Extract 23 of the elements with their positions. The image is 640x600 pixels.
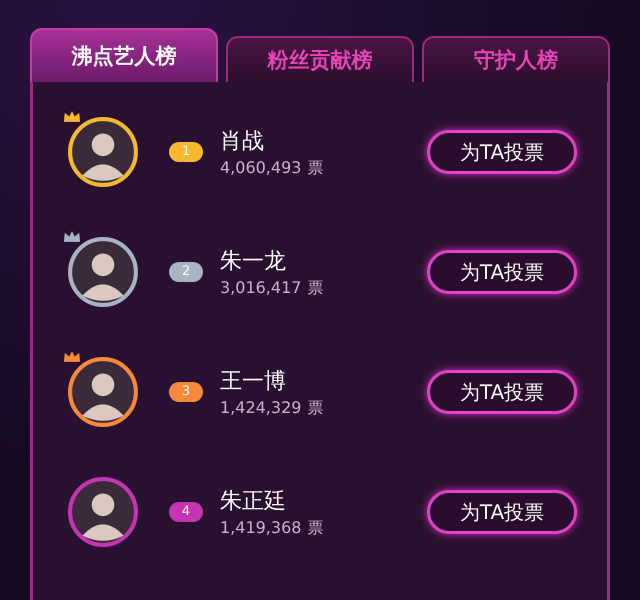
vote-button[interactable]: 为TA投票 — [427, 130, 577, 174]
vote-count: 1,424,329 — [220, 398, 302, 418]
vote-count: 4,060,493 — [220, 158, 302, 178]
vote-count: 3,016,417 — [220, 278, 302, 298]
artist-name: 朱一龙 — [220, 248, 287, 276]
ranking-tab[interactable]: 守护人榜 — [422, 36, 610, 82]
ranking-tab[interactable]: 粉丝贡献榜 — [226, 36, 414, 82]
rank-badge: 1 — [169, 142, 203, 162]
rank-badge: 4 — [169, 502, 203, 522]
artist-name: 肖战 — [220, 128, 265, 156]
vote-unit: 票 — [307, 278, 324, 298]
vote-unit: 票 — [307, 518, 324, 538]
rank-badge: 2 — [169, 262, 203, 282]
vote-button[interactable]: 为TA投票 — [427, 490, 577, 534]
vote-button[interactable]: 为TA投票 — [427, 370, 577, 414]
ranking-tab[interactable]: 沸点艺人榜 — [30, 28, 218, 82]
artist-name: 朱正廷 — [220, 488, 287, 516]
vote-unit: 票 — [307, 398, 324, 418]
vote-unit: 票 — [307, 158, 324, 178]
artist-name: 王一博 — [220, 368, 287, 396]
vote-count: 1,419,368 — [220, 518, 302, 538]
vote-button[interactable]: 为TA投票 — [427, 250, 577, 294]
rank-badge: 3 — [169, 382, 203, 402]
